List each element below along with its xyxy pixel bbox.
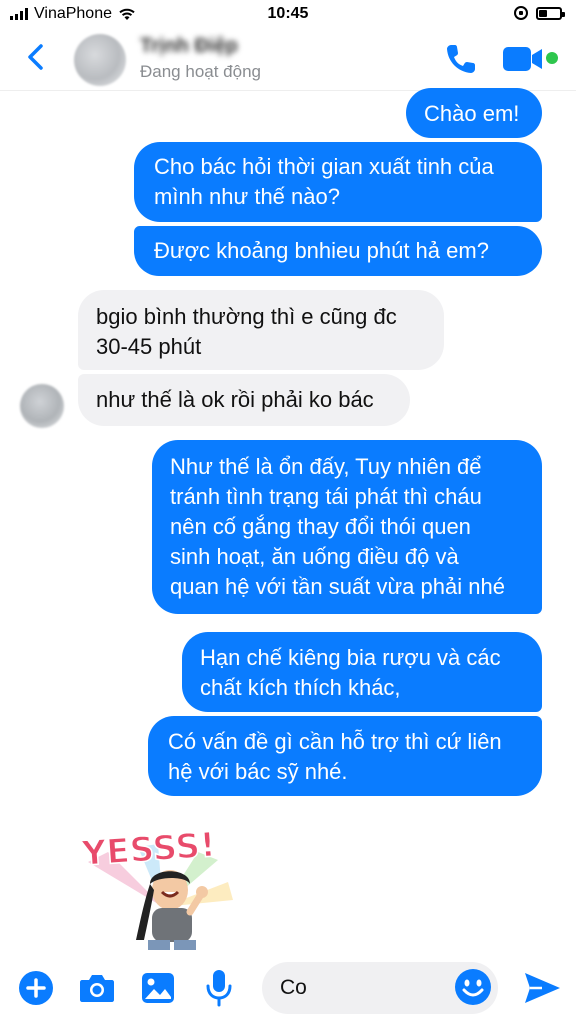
message-outgoing[interactable]: Như thế là ổn đấy, Tuy nhiên để tránh tì… bbox=[152, 440, 542, 614]
rotation-lock-icon bbox=[514, 6, 528, 20]
message-outgoing[interactable]: Hạn chế kiêng bia rượu và các chất kích … bbox=[182, 632, 542, 712]
message-incoming[interactable]: như thế là ok rồi phải ko bác bbox=[78, 374, 410, 426]
online-indicator bbox=[546, 52, 558, 64]
contact-avatar[interactable] bbox=[74, 34, 126, 86]
message-incoming[interactable]: bgio bình thường thì e cũng đc 30-45 phú… bbox=[78, 290, 444, 370]
plus-icon[interactable] bbox=[18, 970, 54, 1006]
video-camera-icon[interactable] bbox=[502, 44, 544, 74]
back-chevron-icon[interactable] bbox=[22, 42, 52, 72]
status-right bbox=[514, 6, 565, 20]
emoji-icon[interactable] bbox=[454, 968, 492, 1006]
message-outgoing[interactable]: Chào em! bbox=[406, 88, 542, 138]
message-outgoing[interactable]: Cho bác hỏi thời gian xuất tinh của mình… bbox=[134, 142, 542, 222]
message-outgoing[interactable]: Được khoảng bnhieu phút hả em? bbox=[134, 226, 542, 276]
message-composer: Co bbox=[0, 954, 576, 1024]
clock: 10:45 bbox=[267, 5, 309, 22]
conversation-header: Trịnh Điệp Đang hoạt động bbox=[0, 30, 576, 91]
contact-name[interactable]: Trịnh Điệp bbox=[140, 35, 238, 58]
battery-icon bbox=[536, 6, 565, 20]
message-outgoing[interactable]: Có vấn đề gì cần hỗ trợ thì cứ liên hệ v… bbox=[148, 716, 542, 796]
camera-icon[interactable] bbox=[78, 971, 116, 1005]
phone-icon[interactable] bbox=[444, 42, 478, 76]
contact-avatar-small bbox=[20, 384, 64, 428]
image-icon[interactable] bbox=[140, 971, 176, 1005]
yesss-sticker[interactable]: YESSS! bbox=[78, 812, 248, 952]
contact-status: Đang hoạt động bbox=[140, 62, 261, 81]
send-icon[interactable] bbox=[522, 970, 562, 1006]
microphone-icon[interactable] bbox=[204, 968, 234, 1008]
status-bar: VinaPhone 10:45 bbox=[0, 0, 576, 30]
